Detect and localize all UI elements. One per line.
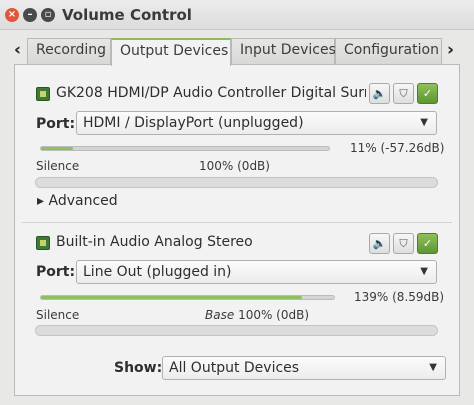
tab-configuration[interactable]: Configuration: [335, 38, 442, 64]
sound-card-icon: [36, 87, 50, 101]
checkmark-icon[interactable]: ✓: [417, 83, 438, 104]
shield-lock-icon[interactable]: ⛉: [393, 233, 414, 254]
chevron-down-icon: ▼: [420, 117, 428, 128]
port-select[interactable]: HDMI / DisplayPort (unplugged) ▼: [76, 111, 437, 135]
chevron-down-icon: ▼: [420, 266, 428, 277]
base-label: Base: [205, 308, 235, 322]
device-name: GK208 HDMI/DP Audio Controller Digital S…: [56, 85, 366, 101]
port-select-value: Line Out (plugged in): [83, 264, 232, 280]
speaker-mute-icon[interactable]: 🔈: [369, 83, 390, 104]
window-title: Volume Control: [62, 6, 192, 24]
silence-label: Silence: [36, 308, 80, 322]
title-bar: × – ▫ Volume Control: [0, 0, 474, 30]
sound-card-icon: [36, 236, 50, 250]
volume-slider[interactable]: [40, 295, 335, 300]
shield-lock-icon[interactable]: ⛉: [393, 83, 414, 104]
base-level-label: Base 100% (0dB): [205, 308, 309, 322]
expander-arrow-icon: ▸: [37, 193, 45, 209]
port-select[interactable]: Line Out (plugged in) ▼: [76, 260, 437, 284]
port-label: Port:: [36, 116, 76, 132]
peak-meter: [35, 177, 438, 188]
volume-readout: 139% (8.59dB): [354, 290, 445, 304]
tab-recording[interactable]: Recording: [27, 38, 111, 64]
advanced-expander[interactable]: ▸ Advanced: [37, 193, 118, 209]
tab-scroll-right-icon[interactable]: ›: [447, 40, 454, 60]
peak-meter: [35, 325, 438, 336]
port-select-value: HDMI / DisplayPort (unplugged): [83, 115, 304, 131]
volume-slider-fill: [41, 296, 302, 299]
reference-level-label: 100% (0dB): [238, 308, 310, 322]
chevron-down-icon: ▼: [429, 362, 437, 373]
volume-readout: 11% (-57.26dB): [350, 141, 445, 155]
port-label: Port:: [36, 264, 76, 280]
silence-label: Silence: [36, 159, 80, 173]
show-label: Show:: [114, 360, 163, 376]
show-filter-select[interactable]: All Output Devices ▼: [162, 356, 446, 380]
show-filter-value: All Output Devices: [169, 360, 300, 376]
volume-slider-fill: [41, 147, 73, 150]
close-icon[interactable]: ×: [5, 8, 19, 22]
minimize-icon[interactable]: –: [23, 8, 37, 22]
checkmark-icon[interactable]: ✓: [417, 233, 438, 254]
advanced-label: Advanced: [48, 193, 118, 209]
device-name: Built-in Audio Analog Stereo: [56, 234, 253, 250]
reference-level-label: 100% (0dB): [199, 159, 270, 173]
tab-input-devices[interactable]: Input Devices: [231, 38, 336, 64]
tab-output-devices[interactable]: Output Devices: [111, 38, 231, 66]
volume-slider[interactable]: [40, 146, 330, 151]
tab-scroll-left-icon[interactable]: ‹: [14, 40, 21, 60]
device-separator: [22, 222, 452, 223]
maximize-icon[interactable]: ▫: [41, 8, 55, 22]
speaker-mute-icon[interactable]: 🔈: [369, 233, 390, 254]
